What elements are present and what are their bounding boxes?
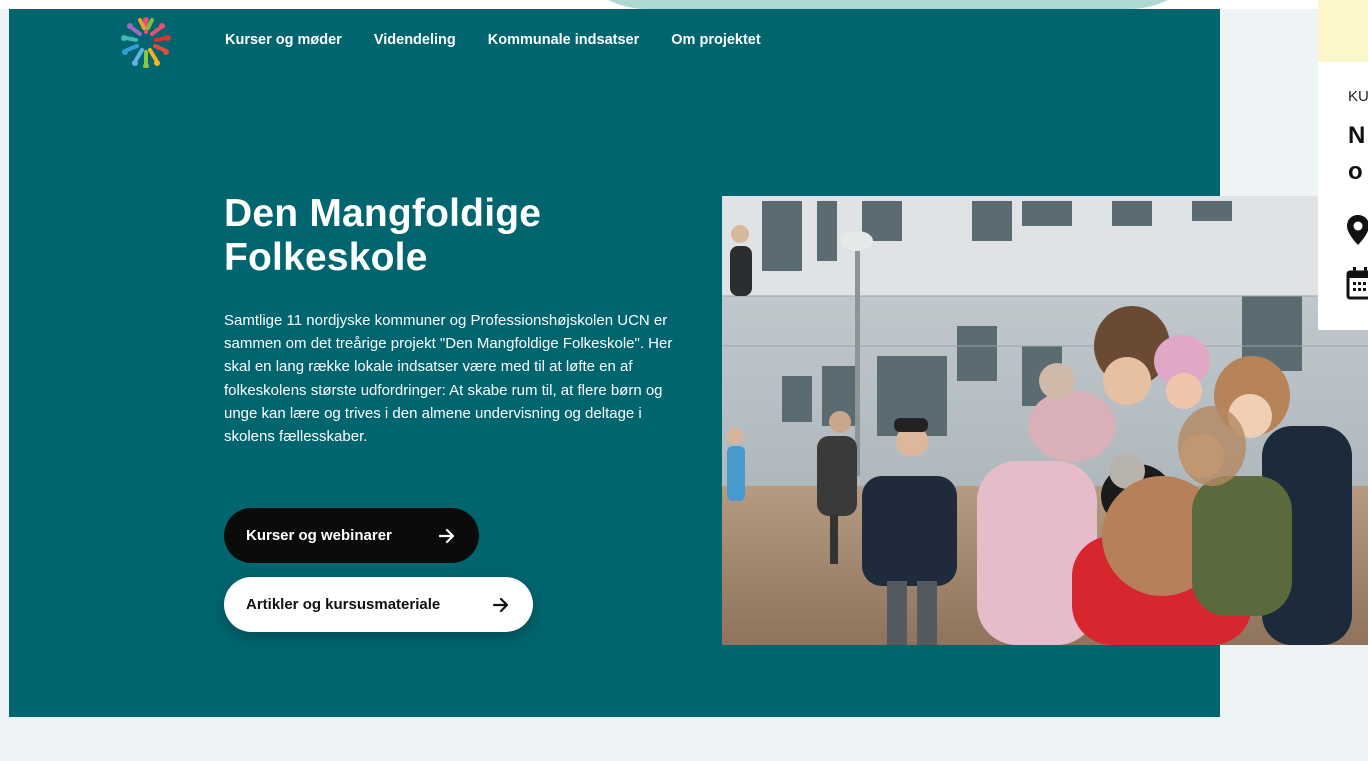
arrow-right-icon [492, 597, 509, 612]
main-nav: Kurser og møder Videndeling Kommunale in… [225, 32, 761, 48]
courses-webinars-button-label: Kurser og webinarer [246, 527, 392, 544]
arrow-right-icon [438, 528, 455, 543]
courses-webinars-button[interactable]: Kurser og webinarer [224, 508, 479, 563]
articles-materials-button[interactable]: Artikler og kursusmateriale [224, 577, 533, 632]
side-card-title[interactable]: N o [1348, 118, 1365, 190]
nav-item-videndeling[interactable]: Videndeling [374, 32, 456, 48]
map-pin-icon [1347, 215, 1368, 245]
articles-materials-button-label: Artikler og kursusmateriale [246, 596, 441, 613]
page-title: Den Mangfoldige Folkeskole [224, 192, 542, 279]
nav-item-kommunale-indsatser[interactable]: Kommunale indsatser [488, 32, 640, 48]
hero-description: Samtlige 11 nordjyske kommuner og Profes… [224, 312, 673, 446]
calendar-icon [1346, 267, 1368, 300]
side-card-banner [1318, 0, 1368, 62]
nav-item-om-projektet[interactable]: Om projektet [671, 32, 760, 48]
page: Kurser og møder Videndeling Kommunale in… [0, 0, 1368, 761]
decorative-arc [558, 0, 1218, 9]
logo[interactable] [118, 16, 174, 68]
hero-photo [722, 196, 1368, 645]
side-card-kicker: KU [1348, 88, 1368, 105]
nav-item-kurser-og-moder[interactable]: Kurser og møder [225, 32, 342, 48]
